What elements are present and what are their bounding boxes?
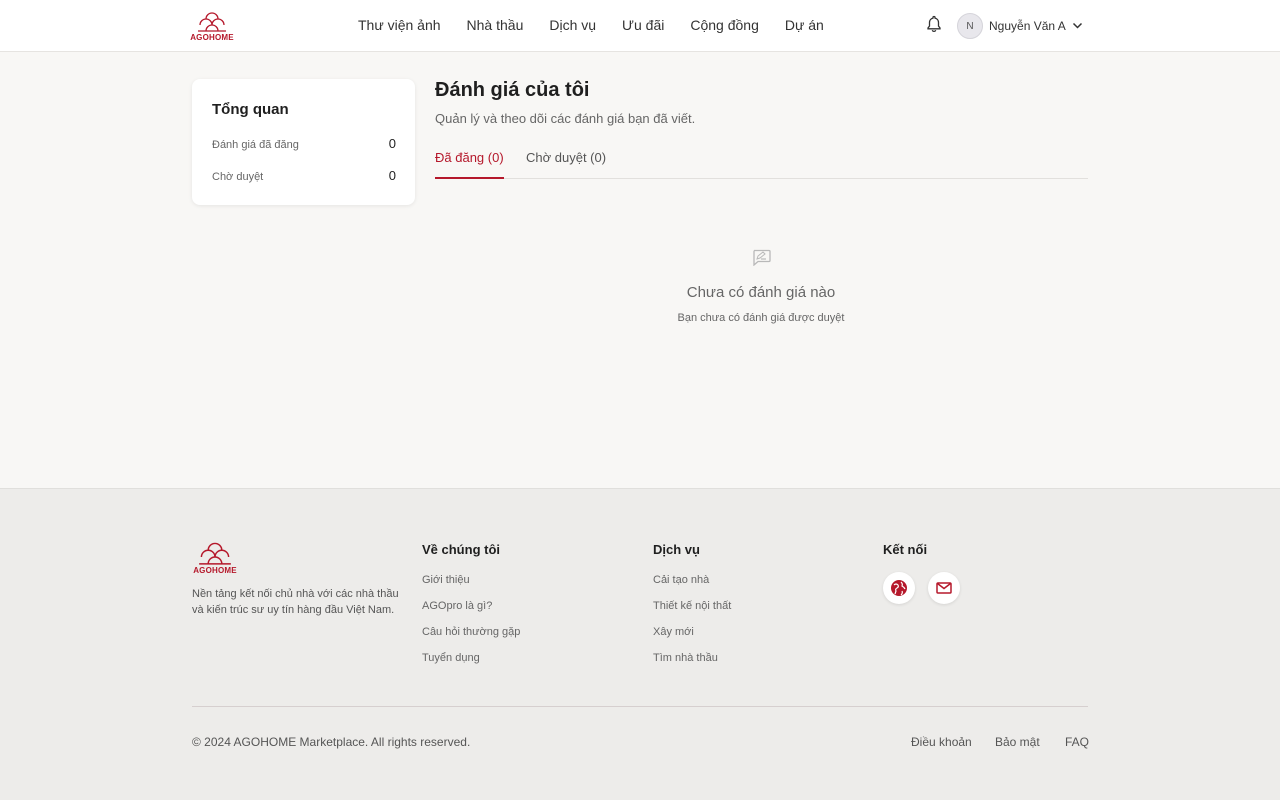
nav-community[interactable]: Cộng đồng [690, 17, 759, 33]
logo-text: AGOHOME [190, 33, 234, 42]
overview-card: Tổng quan Đánh giá đã đăng 0 Chờ duyệt 0 [192, 79, 415, 205]
empty-state-subtitle: Bạn chưa có đánh giá được duyệt [677, 312, 845, 324]
footer-link-faq[interactable]: Câu hỏi thường gặp [422, 626, 520, 652]
footer-logo[interactable]: AGOHOME [192, 540, 238, 575]
footer-heading: Dịch vụ [653, 542, 700, 557]
footer-link-careers[interactable]: Tuyển dụng [422, 652, 520, 678]
main-nav: Thư viện ảnh Nhà thầu Dịch vụ Ưu đãi Cộn… [358, 17, 850, 33]
footer-link-interior-design[interactable]: Thiết kế nội thất [653, 600, 731, 626]
copyright-text: © 2024 AGOHOME Marketplace. All rights r… [192, 735, 471, 749]
chevron-down-icon[interactable] [1071, 19, 1084, 32]
footer-services-column: Dịch vụ Cải tạo nhà Thiết kế nội thất Xâ… [653, 542, 731, 678]
page-subtitle: Quản lý và theo dõi các đánh giá bạn đã … [435, 111, 696, 126]
globe-icon [891, 580, 907, 596]
tab-published[interactable]: Đã đăng (0) [435, 150, 504, 179]
bell-icon[interactable] [926, 15, 942, 33]
footer-description: Nền tảng kết nối chủ nhà với các nhà thầ… [192, 588, 399, 616]
footer: AGOHOME Nền tảng kết nối chủ nhà với các… [0, 488, 1280, 800]
nav-photo-library[interactable]: Thư viện ảnh [358, 17, 441, 33]
footer-about-column: Về chúng tôi Giới thiệu AGOpro là gì? Câ… [422, 542, 520, 678]
globe-icon-button[interactable] [883, 572, 915, 604]
overview-value: 0 [388, 168, 396, 183]
nav-services[interactable]: Dịch vụ [549, 17, 596, 33]
user-name[interactable]: Nguyễn Văn A [989, 19, 1066, 33]
page-title: Đánh giá của tôi [435, 79, 590, 101]
top-header: AGOHOME Thư viện ảnh Nhà thầu Dịch vụ Ưu… [0, 0, 1280, 52]
footer-link-privacy[interactable]: Bảo mật [995, 735, 1040, 749]
overview-label: Chờ duyệt [212, 171, 264, 183]
footer-heading: Kết nối [883, 542, 928, 557]
footer-link-new-build[interactable]: Xây mới [653, 626, 731, 652]
nav-offers[interactable]: Ưu đãi [622, 17, 664, 33]
footer-link-about[interactable]: Giới thiệu [422, 574, 520, 600]
nav-projects[interactable]: Dự án [785, 17, 824, 33]
mail-icon-button[interactable] [928, 572, 960, 604]
review-tabs: Đã đăng (0) Chờ duyệt (0) [435, 147, 1088, 179]
overview-row-pending: Chờ duyệt 0 [212, 168, 396, 183]
overview-value: 0 [388, 136, 396, 151]
logo-mark-icon [199, 542, 231, 565]
logo-mark-icon [198, 12, 226, 32]
footer-link-renovation[interactable]: Cải tạo nhà [653, 574, 731, 600]
footer-divider [192, 706, 1088, 707]
logo-text: AGOHOME [193, 566, 237, 575]
avatar[interactable]: N [957, 13, 983, 39]
overview-label: Đánh giá đã đăng [212, 139, 299, 151]
overview-title: Tổng quan [212, 101, 289, 118]
footer-link-agopro[interactable]: AGOpro là gì? [422, 600, 520, 626]
agohome-logo[interactable]: AGOHOME [190, 10, 234, 42]
footer-heading: Về chúng tôi [422, 542, 500, 557]
tab-pending[interactable]: Chờ duyệt (0) [526, 150, 606, 165]
footer-connect-column: Kết nối [883, 542, 927, 574]
mail-icon [936, 582, 952, 594]
footer-link-faq-bottom[interactable]: FAQ [1065, 735, 1089, 749]
empty-state-title: Chưa có đánh giá nào [686, 284, 836, 301]
footer-link-find-contractor[interactable]: Tìm nhà thầu [653, 652, 731, 678]
nav-contractors[interactable]: Nhà thầu [467, 17, 524, 33]
overview-row-published: Đánh giá đã đăng 0 [212, 136, 396, 151]
review-comment-icon [753, 249, 771, 266]
footer-link-terms[interactable]: Điều khoản [911, 735, 972, 749]
